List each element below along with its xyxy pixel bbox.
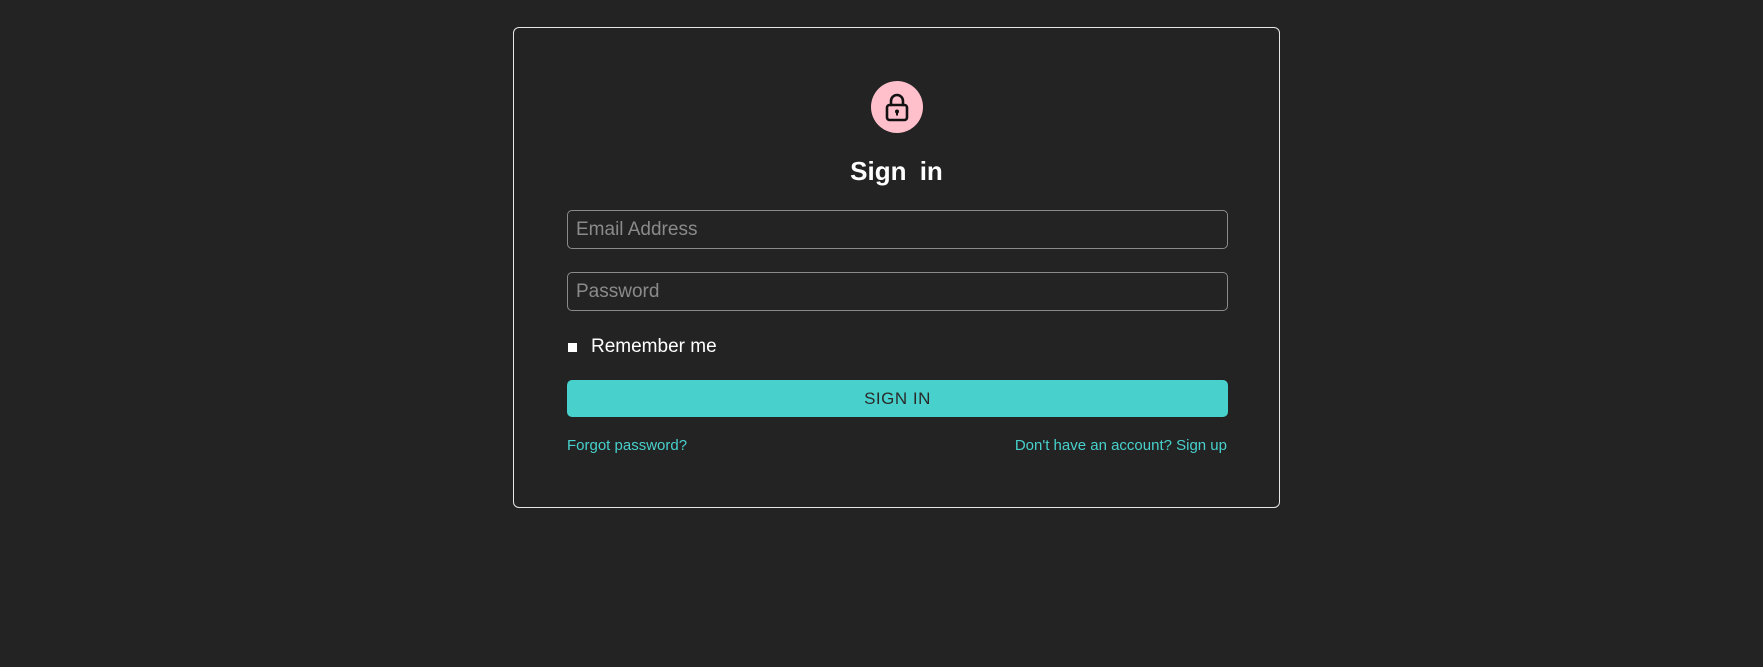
- remember-me-label: Remember me: [591, 336, 717, 357]
- email-field[interactable]: [567, 210, 1228, 249]
- lock-avatar: [871, 81, 923, 133]
- lock-icon: [885, 93, 909, 122]
- forgot-password-link[interactable]: Forgot password?: [567, 437, 687, 454]
- password-field[interactable]: [567, 272, 1228, 311]
- remember-me-checkbox[interactable]: [568, 342, 577, 352]
- remember-me-row[interactable]: Remember me: [567, 333, 717, 361]
- sign-in-button[interactable]: SIGN IN: [567, 380, 1228, 417]
- page-title: Sign in: [850, 156, 943, 186]
- signin-card: Sign in Remember me SIGN IN Forgot passw…: [513, 27, 1280, 508]
- sign-up-link[interactable]: Don't have an account? Sign up: [1015, 437, 1227, 454]
